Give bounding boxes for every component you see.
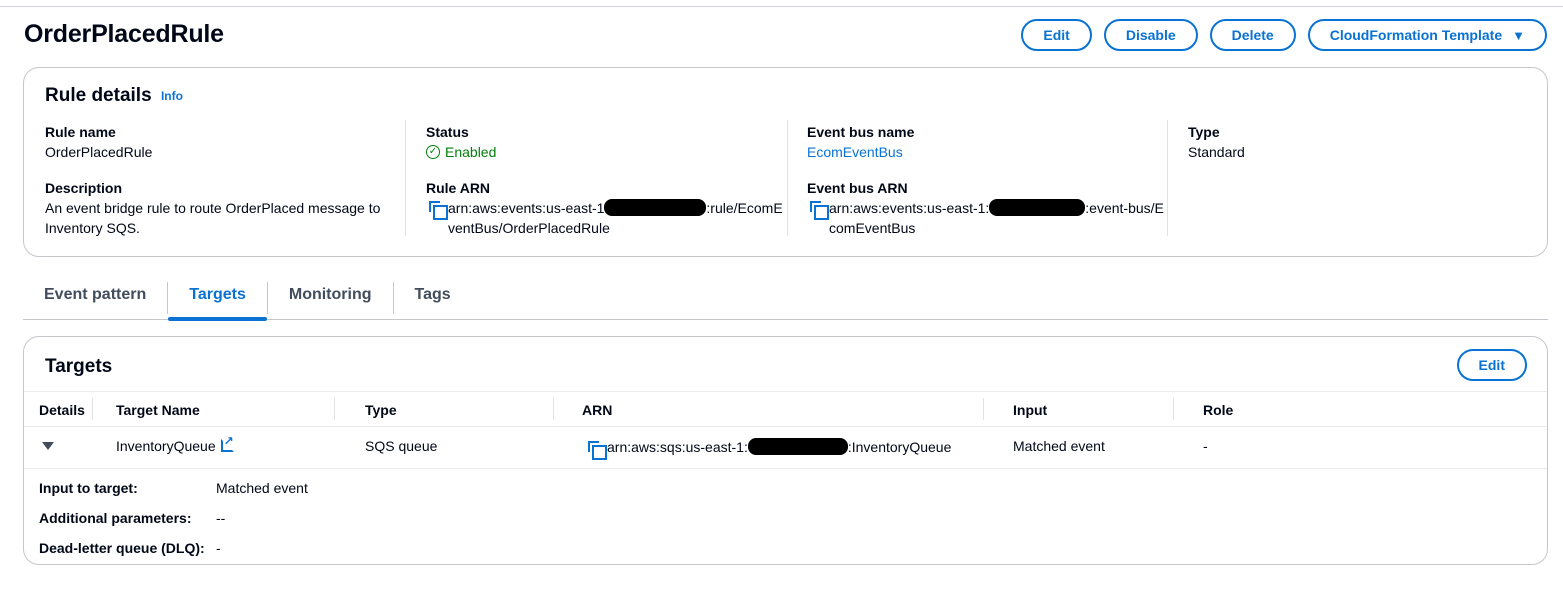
dlq-value: -	[216, 540, 221, 556]
column-header-input[interactable]: Input	[1013, 402, 1047, 418]
dlq-row: Dead-letter queue (DLQ): -	[39, 540, 221, 556]
rule-arn-label: Rule ARN	[426, 180, 491, 196]
tab-event-pattern[interactable]: Event pattern	[23, 280, 167, 320]
targets-table-header: Details Target Name Type ARN Input Role	[24, 391, 1547, 427]
redacted-account-id	[989, 199, 1086, 216]
target-type: SQS queue	[365, 438, 438, 454]
page-title: OrderPlacedRule	[24, 20, 224, 48]
dlq-label: Dead-letter queue (DLQ):	[39, 540, 205, 556]
delete-button[interactable]: Delete	[1209, 19, 1296, 51]
input-to-target-value: Matched event	[216, 480, 308, 496]
copy-icon[interactable]	[588, 441, 607, 460]
additional-parameters-value: --	[216, 510, 226, 526]
table-row: InventoryQueue SQS queue arn:aws:sqs:us-…	[24, 427, 1547, 469]
tab-bar: Event pattern Targets Monitoring Tags	[23, 280, 1548, 321]
target-role: -	[1203, 438, 1208, 454]
column-divider	[983, 398, 984, 420]
column-header-role[interactable]: Role	[1203, 402, 1233, 418]
redacted-account-id	[747, 438, 848, 455]
disable-button[interactable]: Disable	[1103, 19, 1198, 51]
event-bus-name-link[interactable]: EcomEventBus	[807, 142, 1167, 162]
target-arn-suffix: :InventoryQueue	[847, 439, 952, 455]
target-name-link[interactable]: InventoryQueue	[116, 434, 234, 454]
event-bus-arn-value: arn:aws:events:us-east-1::event-bus/Ecom…	[807, 198, 1167, 238]
copy-icon[interactable]	[810, 201, 829, 220]
tab-targets[interactable]: Targets	[168, 280, 267, 321]
top-divider	[0, 6, 1563, 7]
rule-arn-prefix: arn:aws:events:us-east-1	[448, 200, 605, 216]
success-check-icon: ✓	[426, 145, 440, 159]
target-input: Matched event	[1013, 438, 1105, 454]
type-value: Standard	[1188, 144, 1245, 160]
copy-icon[interactable]	[429, 201, 448, 220]
input-to-target-row: Input to target: Matched event	[39, 480, 308, 496]
column-divider	[553, 398, 554, 420]
cloudformation-template-label: CloudFormation Template	[1329, 27, 1503, 43]
event-bus-arn-prefix: arn:aws:events:us-east-1:	[829, 200, 990, 216]
input-to-target-label: Input to target:	[39, 480, 138, 496]
external-link-icon	[220, 434, 234, 452]
column-divider	[787, 120, 788, 236]
column-divider	[1167, 120, 1168, 236]
column-divider	[334, 398, 335, 420]
additional-parameters-label: Additional parameters:	[39, 510, 192, 526]
status-value: ✓ Enabled	[426, 142, 786, 162]
column-header-arn[interactable]: ARN	[582, 402, 612, 418]
info-link[interactable]: Info	[161, 89, 183, 103]
column-divider	[405, 120, 406, 236]
rule-details-title: Rule details	[45, 85, 152, 106]
event-bus-column: Event bus name EcomEventBus Event bus AR…	[807, 122, 1167, 254]
edit-button[interactable]: Edit	[1021, 19, 1092, 51]
column-header-target-name[interactable]: Target Name	[116, 402, 200, 418]
rule-arn-value: arn:aws:events:us-east-1:rule/EcomEventB…	[426, 198, 786, 238]
dropdown-caret-icon: ▼	[1512, 27, 1525, 43]
target-name-text: InventoryQueue	[116, 438, 216, 454]
header-actions: Edit Disable Delete CloudFormation Templ…	[1021, 19, 1547, 51]
tab-monitoring[interactable]: Monitoring	[268, 280, 393, 320]
type-column: Type Standard	[1188, 122, 1528, 178]
description-value: An event bridge rule to route OrderPlace…	[45, 200, 381, 236]
expand-caret-icon[interactable]	[42, 442, 54, 450]
column-divider	[92, 398, 93, 420]
status-column: Status ✓ Enabled Rule ARN arn:aws:events…	[426, 122, 786, 254]
rule-details-panel: Rule details Info Rule name OrderPlacedR…	[23, 67, 1548, 257]
target-arn-prefix: arn:aws:sqs:us-east-1:	[607, 439, 748, 455]
column-header-details: Details	[39, 402, 85, 418]
rule-name-value: OrderPlacedRule	[45, 144, 153, 160]
targets-title: Targets	[45, 356, 113, 377]
column-divider	[1173, 398, 1174, 420]
status-text: Enabled	[445, 144, 497, 160]
description-label: Description	[45, 180, 123, 196]
rule-name-column: Rule name OrderPlacedRule Description An…	[45, 122, 385, 254]
status-label: Status	[426, 124, 469, 140]
redacted-account-id	[604, 199, 707, 216]
targets-panel: Targets Edit Details Target Name Type AR…	[23, 336, 1548, 565]
cloudformation-template-dropdown[interactable]: CloudFormation Template ▼	[1307, 19, 1547, 51]
rule-details-heading: Rule details Info	[45, 85, 183, 107]
additional-parameters-row: Additional parameters: --	[39, 510, 225, 526]
rule-name-label: Rule name	[45, 124, 116, 140]
target-arn: arn:aws:sqs:us-east-1: :InventoryQueue	[585, 438, 952, 460]
event-bus-name-label: Event bus name	[807, 124, 915, 140]
targets-edit-button[interactable]: Edit	[1456, 349, 1527, 381]
tab-tags[interactable]: Tags	[394, 280, 472, 320]
column-header-type[interactable]: Type	[365, 402, 397, 418]
type-label: Type	[1188, 124, 1220, 140]
event-bus-arn-label: Event bus ARN	[807, 180, 908, 196]
